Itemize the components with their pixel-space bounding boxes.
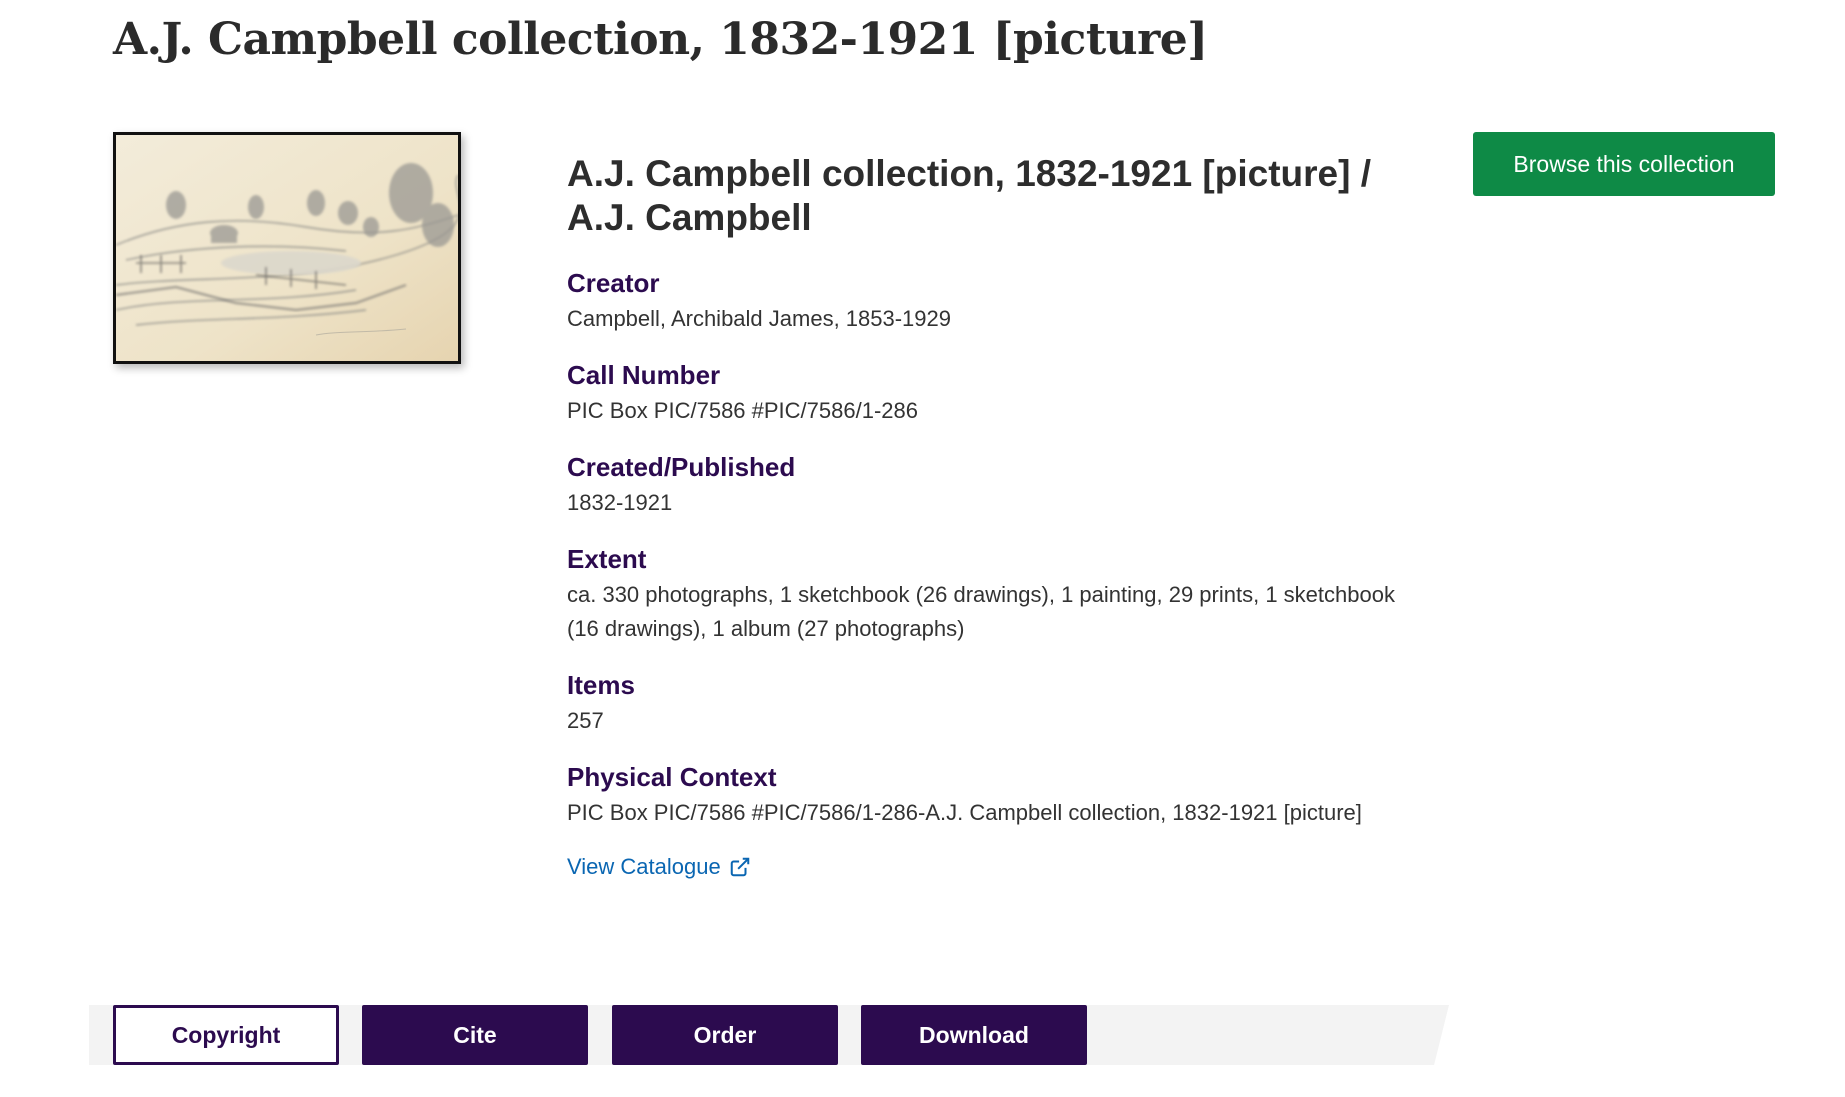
field-label: Call Number xyxy=(567,360,721,390)
record-title: A.J. Campbell collection, 1832-1921 [pic… xyxy=(567,153,1371,238)
field-created-published: Created/Published 1832-1921 xyxy=(567,450,1427,520)
field-value: ca. 330 photographs, 1 sketchbook (26 dr… xyxy=(567,582,1395,641)
record-details: A.J. Campbell collection, 1832-1921 [pic… xyxy=(567,152,1427,880)
field-label: Created/Published xyxy=(567,452,796,482)
order-button[interactable]: Order xyxy=(612,1005,838,1065)
cite-button[interactable]: Cite xyxy=(362,1005,588,1065)
field-value: 1832-1921 xyxy=(567,490,673,515)
field-items: Items 257 xyxy=(567,668,1427,738)
field-value: Campbell, Archibald James, 1853-1929 xyxy=(567,306,952,331)
view-catalogue-label: View Catalogue xyxy=(567,854,721,879)
field-label: Items xyxy=(567,670,635,700)
field-creator: Creator Campbell, Archibald James, 1853-… xyxy=(567,266,1427,336)
field-call-number: Call Number PIC Box PIC/7586 #PIC/7586/1… xyxy=(567,358,1427,428)
view-catalogue-link[interactable]: View Catalogue xyxy=(567,854,751,880)
field-extent: Extent ca. 330 photographs, 1 sketchbook… xyxy=(567,542,1427,646)
field-physical-context: Physical Context PIC Box PIC/7586 #PIC/7… xyxy=(567,760,1427,830)
copyright-button[interactable]: Copyright xyxy=(113,1005,339,1065)
field-label: Physical Context xyxy=(567,762,777,792)
field-value: PIC Box PIC/7586 #PIC/7586/1-286 xyxy=(567,398,918,423)
browse-collection-button[interactable]: Browse this collection xyxy=(1473,132,1775,196)
download-button[interactable]: Download xyxy=(861,1005,1087,1065)
field-label: Extent xyxy=(567,544,647,574)
sketch-image xyxy=(116,135,458,361)
external-link-icon xyxy=(730,857,749,877)
field-label: Creator xyxy=(567,268,660,298)
field-value: 257 xyxy=(567,708,604,733)
collection-thumbnail[interactable] xyxy=(113,132,461,364)
page-title: A.J. Campbell collection, 1832-1921 [pic… xyxy=(113,14,1208,65)
field-value: PIC Box PIC/7586 #PIC/7586/1-286-A.J. Ca… xyxy=(567,800,1362,825)
